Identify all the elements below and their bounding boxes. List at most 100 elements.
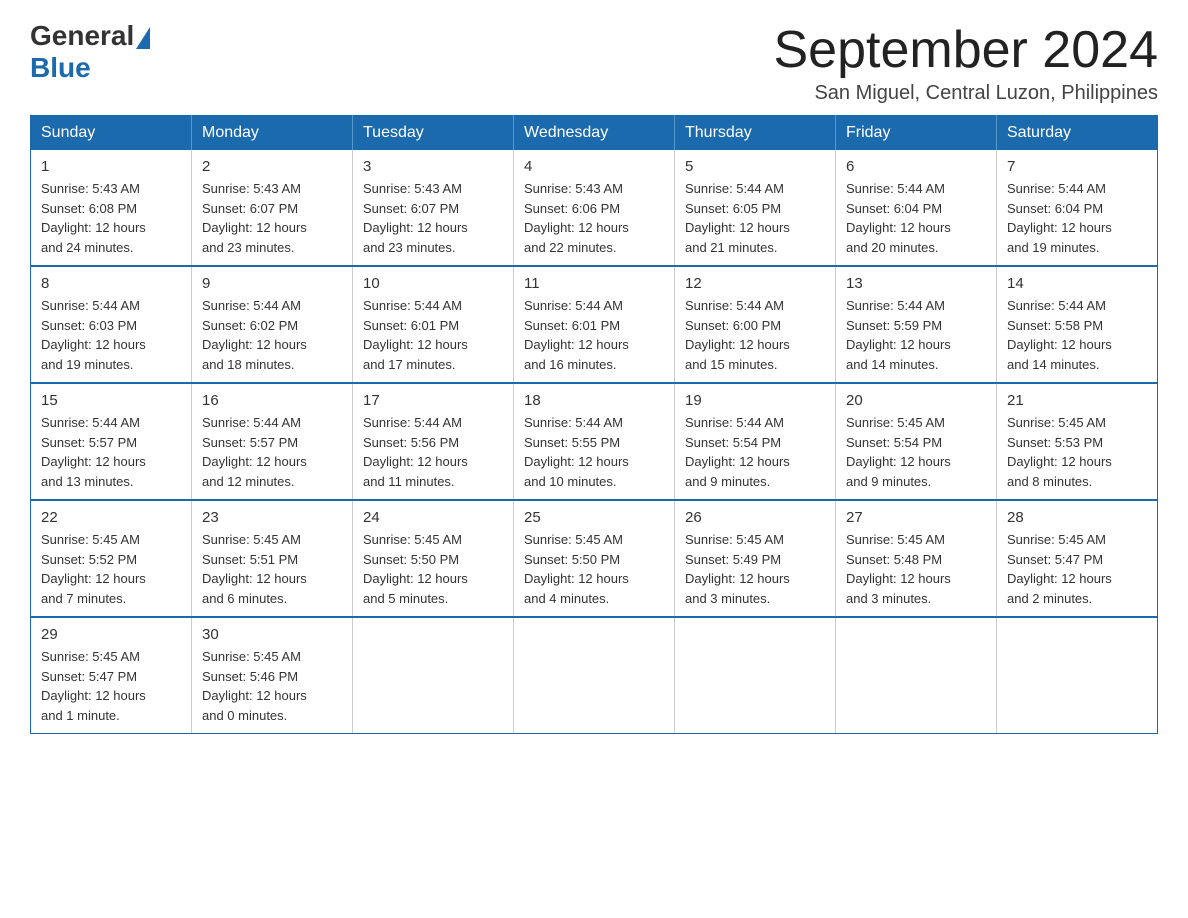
calendar-cell [514,617,675,734]
calendar-week-row: 8 Sunrise: 5:44 AM Sunset: 6:03 PM Dayli… [31,266,1158,383]
day-number: 15 [41,392,181,409]
day-number: 7 [1007,158,1147,175]
day-number: 12 [685,275,825,292]
calendar-cell: 11 Sunrise: 5:44 AM Sunset: 6:01 PM Dayl… [514,266,675,383]
day-info: Sunrise: 5:45 AM Sunset: 5:47 PM Dayligh… [1007,530,1147,608]
month-title: September 2024 [774,20,1159,80]
day-number: 8 [41,275,181,292]
day-number: 4 [524,158,664,175]
calendar-cell: 29 Sunrise: 5:45 AM Sunset: 5:47 PM Dayl… [31,617,192,734]
day-info: Sunrise: 5:44 AM Sunset: 6:00 PM Dayligh… [685,296,825,374]
calendar-cell: 5 Sunrise: 5:44 AM Sunset: 6:05 PM Dayli… [675,150,836,266]
day-info: Sunrise: 5:44 AM Sunset: 6:03 PM Dayligh… [41,296,181,374]
day-number: 22 [41,509,181,526]
day-info: Sunrise: 5:43 AM Sunset: 6:08 PM Dayligh… [41,179,181,257]
day-number: 26 [685,509,825,526]
day-info: Sunrise: 5:44 AM Sunset: 5:57 PM Dayligh… [202,413,342,491]
day-info: Sunrise: 5:44 AM Sunset: 5:55 PM Dayligh… [524,413,664,491]
day-number: 16 [202,392,342,409]
calendar-cell: 8 Sunrise: 5:44 AM Sunset: 6:03 PM Dayli… [31,266,192,383]
day-info: Sunrise: 5:44 AM Sunset: 6:01 PM Dayligh… [524,296,664,374]
weekday-header-sunday: Sunday [31,116,192,151]
calendar-cell: 22 Sunrise: 5:45 AM Sunset: 5:52 PM Dayl… [31,500,192,617]
calendar-cell: 18 Sunrise: 5:44 AM Sunset: 5:55 PM Dayl… [514,383,675,500]
day-info: Sunrise: 5:45 AM Sunset: 5:48 PM Dayligh… [846,530,986,608]
day-number: 30 [202,626,342,643]
day-number: 20 [846,392,986,409]
calendar-cell: 20 Sunrise: 5:45 AM Sunset: 5:54 PM Dayl… [836,383,997,500]
calendar-cell: 6 Sunrise: 5:44 AM Sunset: 6:04 PM Dayli… [836,150,997,266]
calendar-week-row: 22 Sunrise: 5:45 AM Sunset: 5:52 PM Dayl… [31,500,1158,617]
calendar-cell: 3 Sunrise: 5:43 AM Sunset: 6:07 PM Dayli… [353,150,514,266]
day-info: Sunrise: 5:43 AM Sunset: 6:07 PM Dayligh… [363,179,503,257]
day-number: 24 [363,509,503,526]
day-number: 14 [1007,275,1147,292]
day-number: 13 [846,275,986,292]
day-number: 18 [524,392,664,409]
day-number: 28 [1007,509,1147,526]
calendar-cell: 16 Sunrise: 5:44 AM Sunset: 5:57 PM Dayl… [192,383,353,500]
day-number: 10 [363,275,503,292]
day-number: 9 [202,275,342,292]
calendar-cell: 12 Sunrise: 5:44 AM Sunset: 6:00 PM Dayl… [675,266,836,383]
day-info: Sunrise: 5:45 AM Sunset: 5:51 PM Dayligh… [202,530,342,608]
calendar-cell: 26 Sunrise: 5:45 AM Sunset: 5:49 PM Dayl… [675,500,836,617]
day-number: 27 [846,509,986,526]
day-number: 19 [685,392,825,409]
day-info: Sunrise: 5:44 AM Sunset: 5:59 PM Dayligh… [846,296,986,374]
calendar-table: SundayMondayTuesdayWednesdayThursdayFrid… [30,115,1158,734]
day-info: Sunrise: 5:44 AM Sunset: 5:56 PM Dayligh… [363,413,503,491]
header: General Blue September 2024 San Miguel, … [30,20,1158,105]
logo-general-text: General [30,20,134,52]
calendar-cell: 23 Sunrise: 5:45 AM Sunset: 5:51 PM Dayl… [192,500,353,617]
day-info: Sunrise: 5:44 AM Sunset: 6:02 PM Dayligh… [202,296,342,374]
day-info: Sunrise: 5:44 AM Sunset: 6:04 PM Dayligh… [1007,179,1147,257]
weekday-header-row: SundayMondayTuesdayWednesdayThursdayFrid… [31,116,1158,151]
logo: General Blue [30,20,150,84]
day-info: Sunrise: 5:43 AM Sunset: 6:06 PM Dayligh… [524,179,664,257]
calendar-week-row: 29 Sunrise: 5:45 AM Sunset: 5:47 PM Dayl… [31,617,1158,734]
title-area: September 2024 San Miguel, Central Luzon… [774,20,1159,105]
day-info: Sunrise: 5:45 AM Sunset: 5:46 PM Dayligh… [202,647,342,725]
day-info: Sunrise: 5:45 AM Sunset: 5:47 PM Dayligh… [41,647,181,725]
day-number: 23 [202,509,342,526]
calendar-cell: 2 Sunrise: 5:43 AM Sunset: 6:07 PM Dayli… [192,150,353,266]
day-info: Sunrise: 5:45 AM Sunset: 5:54 PM Dayligh… [846,413,986,491]
calendar-cell: 9 Sunrise: 5:44 AM Sunset: 6:02 PM Dayli… [192,266,353,383]
day-number: 5 [685,158,825,175]
weekday-header-monday: Monday [192,116,353,151]
calendar-week-row: 15 Sunrise: 5:44 AM Sunset: 5:57 PM Dayl… [31,383,1158,500]
calendar-cell: 7 Sunrise: 5:44 AM Sunset: 6:04 PM Dayli… [997,150,1158,266]
day-number: 2 [202,158,342,175]
day-number: 1 [41,158,181,175]
calendar-cell: 30 Sunrise: 5:45 AM Sunset: 5:46 PM Dayl… [192,617,353,734]
calendar-cell: 1 Sunrise: 5:43 AM Sunset: 6:08 PM Dayli… [31,150,192,266]
logo-triangle-icon [136,27,150,49]
calendar-cell [836,617,997,734]
calendar-cell: 13 Sunrise: 5:44 AM Sunset: 5:59 PM Dayl… [836,266,997,383]
day-number: 29 [41,626,181,643]
day-info: Sunrise: 5:45 AM Sunset: 5:49 PM Dayligh… [685,530,825,608]
day-info: Sunrise: 5:45 AM Sunset: 5:52 PM Dayligh… [41,530,181,608]
day-info: Sunrise: 5:44 AM Sunset: 6:05 PM Dayligh… [685,179,825,257]
weekday-header-thursday: Thursday [675,116,836,151]
location-subtitle: San Miguel, Central Luzon, Philippines [774,82,1159,105]
day-info: Sunrise: 5:43 AM Sunset: 6:07 PM Dayligh… [202,179,342,257]
weekday-header-wednesday: Wednesday [514,116,675,151]
calendar-cell: 10 Sunrise: 5:44 AM Sunset: 6:01 PM Dayl… [353,266,514,383]
day-number: 25 [524,509,664,526]
calendar-cell: 21 Sunrise: 5:45 AM Sunset: 5:53 PM Dayl… [997,383,1158,500]
day-info: Sunrise: 5:44 AM Sunset: 5:54 PM Dayligh… [685,413,825,491]
calendar-cell: 19 Sunrise: 5:44 AM Sunset: 5:54 PM Dayl… [675,383,836,500]
calendar-cell: 27 Sunrise: 5:45 AM Sunset: 5:48 PM Dayl… [836,500,997,617]
day-info: Sunrise: 5:45 AM Sunset: 5:50 PM Dayligh… [524,530,664,608]
day-number: 6 [846,158,986,175]
day-number: 21 [1007,392,1147,409]
calendar-cell: 15 Sunrise: 5:44 AM Sunset: 5:57 PM Dayl… [31,383,192,500]
calendar-cell [353,617,514,734]
calendar-cell: 4 Sunrise: 5:43 AM Sunset: 6:06 PM Dayli… [514,150,675,266]
weekday-header-friday: Friday [836,116,997,151]
calendar-cell: 24 Sunrise: 5:45 AM Sunset: 5:50 PM Dayl… [353,500,514,617]
day-info: Sunrise: 5:44 AM Sunset: 6:04 PM Dayligh… [846,179,986,257]
day-info: Sunrise: 5:45 AM Sunset: 5:53 PM Dayligh… [1007,413,1147,491]
